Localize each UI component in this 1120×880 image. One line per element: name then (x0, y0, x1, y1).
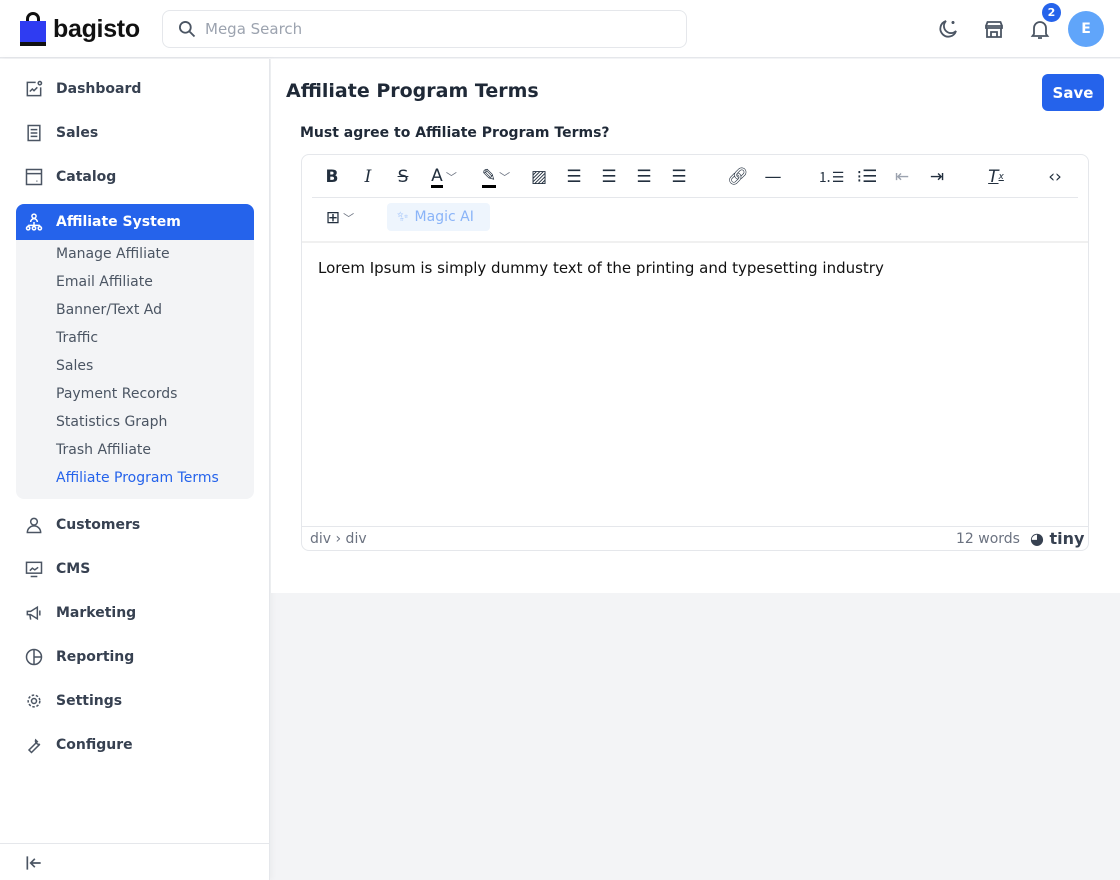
sidebar-label: Settings (56, 693, 123, 709)
brand-name: bagisto (53, 14, 140, 43)
sidebar-item-reporting[interactable]: Reporting (16, 639, 254, 675)
outdent-icon[interactable]: ⇤ (890, 165, 914, 189)
word-count[interactable]: 12 words (956, 531, 1020, 547)
horizontal-line-icon[interactable]: — (761, 165, 785, 189)
sidebar-label: Sales (56, 125, 99, 141)
table-icon[interactable]: ⊞ ﹀ (320, 206, 360, 230)
submenu-manage-affiliate[interactable]: Manage Affiliate (56, 246, 170, 262)
sidebar-label: Customers (56, 517, 141, 533)
rich-text-editor: B I S A ﹀ ✎ ﹀ ▨ ☰ ☰ ☰ ☰ 🔗︎ — ⒈☰ ⁝☰ ⇤ ⇥ Tx … (301, 154, 1089, 551)
affiliate-icon (25, 213, 43, 231)
sidebar-label: Marketing (56, 605, 137, 621)
sidebar-item-sales[interactable]: Sales (16, 115, 254, 151)
submenu-trash-affiliate[interactable]: Trash Affiliate (56, 442, 151, 458)
tiny-brand: tiny (1049, 529, 1085, 548)
affiliate-submenu: Manage Affiliate Email Affiliate Banner/… (16, 240, 254, 499)
editor-content[interactable]: Lorem Ipsum is simply dummy text of the … (318, 259, 884, 277)
tiny-logo[interactable]: ◕ tiny (1030, 529, 1084, 548)
bullet-list-icon[interactable]: ⁝☰ (855, 165, 879, 189)
mega-search[interactable] (162, 10, 687, 48)
text-color-icon[interactable]: A ﹀ (424, 165, 464, 189)
clear-formatting-icon[interactable]: Tx (984, 165, 1008, 189)
bagisto-logo[interactable]: bagisto (20, 12, 140, 46)
element-path[interactable]: div › div (310, 531, 367, 547)
cms-icon (25, 561, 43, 578)
search-input[interactable] (205, 20, 665, 38)
user-avatar[interactable]: E (1068, 11, 1104, 47)
search-icon (179, 21, 196, 38)
configure-icon (27, 738, 41, 754)
bold-icon[interactable]: B (320, 165, 344, 189)
align-left-icon[interactable]: ☰ (562, 165, 586, 189)
submenu-traffic[interactable]: Traffic (56, 330, 98, 346)
sidebar-label: Configure (56, 737, 133, 753)
dark-mode-icon[interactable] (936, 17, 960, 41)
magic-wand-icon: ✨︎ (397, 209, 409, 225)
submenu-email-affiliate[interactable]: Email Affiliate (56, 274, 153, 290)
customers-icon (26, 517, 42, 534)
notification-badge: 2 (1042, 3, 1061, 22)
submenu-payment-records[interactable]: Payment Records (56, 386, 177, 402)
field-label: Must agree to Affiliate Program Terms? (300, 125, 610, 141)
italic-icon[interactable]: I (356, 165, 380, 189)
align-right-icon[interactable]: ☰ (632, 165, 656, 189)
sidebar-label: CMS (56, 561, 91, 577)
justify-icon[interactable]: ☰ (667, 165, 691, 189)
link-icon[interactable]: 🔗︎ (726, 165, 750, 189)
indent-icon[interactable]: ⇥ (925, 165, 949, 189)
storefront-icon[interactable] (982, 17, 1006, 41)
highlight-color-icon[interactable]: ✎ ﹀ (474, 165, 518, 189)
magic-ai-button[interactable]: ✨︎ Magic AI (387, 203, 490, 231)
submenu-affiliate-program-terms[interactable]: Affiliate Program Terms (56, 470, 219, 486)
sidebar-label: Catalog (56, 169, 117, 185)
submenu-sales[interactable]: Sales (56, 358, 93, 374)
top-header: bagisto 2 E (0, 0, 1120, 58)
settings-icon (27, 694, 41, 708)
sidebar-label: Affiliate System (56, 214, 181, 230)
source-code-icon[interactable]: ‹› (1043, 165, 1067, 189)
page-title: Affiliate Program Terms (286, 80, 539, 102)
reporting-icon (25, 648, 43, 666)
dashboard-icon (26, 80, 43, 97)
editor-statusbar: div › div 12 words ◕ tiny (302, 526, 1088, 550)
sidebar: Dashboard Sales Catalog Affiliate System… (0, 59, 270, 880)
editor-toolbar-row-2: ⊞ ﹀ ✨︎ Magic AI (312, 198, 1078, 241)
editor-toolbar: B I S A ﹀ ✎ ﹀ ▨ ☰ ☰ ☰ ☰ 🔗︎ — ⒈☰ ⁝☰ ⇤ ⇥ Tx … (312, 155, 1078, 198)
sidebar-item-catalog[interactable]: Catalog (16, 159, 254, 195)
align-center-icon[interactable]: ☰ (597, 165, 621, 189)
submenu-banner-text-ad[interactable]: Banner/Text Ad (56, 302, 162, 318)
sidebar-item-affiliate-system[interactable]: Affiliate System (16, 204, 254, 240)
strikethrough-icon[interactable]: S (391, 165, 415, 189)
image-icon[interactable]: ▨ (527, 165, 551, 189)
collapse-sidebar-icon[interactable] (24, 853, 44, 873)
sidebar-item-settings[interactable]: Settings (16, 683, 254, 719)
sidebar-item-customers[interactable]: Customers (16, 507, 254, 543)
toolbar-divider (302, 241, 1088, 243)
marketing-icon (26, 605, 41, 621)
main-content: Affiliate Program Terms Save Must agree … (271, 59, 1120, 593)
sales-icon (27, 124, 41, 142)
magic-ai-label: Magic AI (414, 209, 474, 225)
sidebar-item-dashboard[interactable]: Dashboard (16, 71, 254, 107)
sidebar-item-marketing[interactable]: Marketing (16, 595, 254, 631)
sidebar-item-cms[interactable]: CMS (16, 551, 254, 587)
submenu-statistics-graph[interactable]: Statistics Graph (56, 414, 167, 430)
catalog-icon (25, 168, 43, 186)
sidebar-label: Dashboard (56, 81, 142, 97)
sidebar-label: Reporting (56, 649, 135, 665)
save-button[interactable]: Save (1042, 74, 1104, 111)
sidebar-footer (0, 843, 270, 880)
bag-icon (20, 12, 46, 46)
sidebar-item-configure[interactable]: Configure (16, 727, 254, 763)
numbered-list-icon[interactable]: ⒈☰ (818, 165, 845, 189)
